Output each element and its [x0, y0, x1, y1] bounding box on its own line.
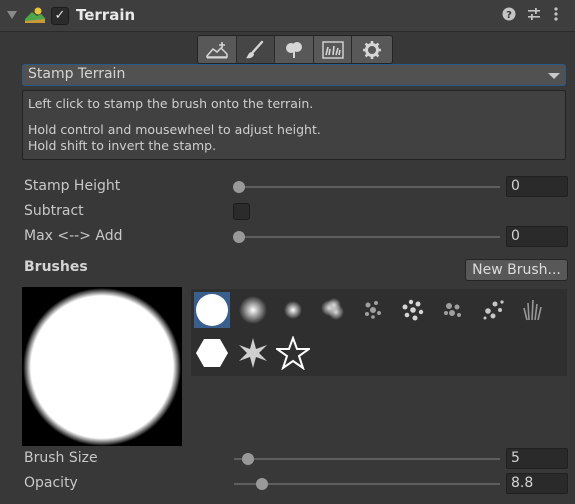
tool-mode-dropdown[interactable]: Stamp Terrain [22, 64, 566, 86]
brush-item-noise-b[interactable] [395, 292, 431, 328]
brush-preview [22, 287, 182, 446]
terrain-tool-toolbar [197, 35, 393, 64]
stamp-height-field[interactable]: 0 [506, 176, 568, 197]
brush-item-star-outline[interactable] [275, 335, 311, 371]
component-enabled-checkbox[interactable]: ✓ [51, 7, 69, 25]
max-add-field[interactable]: 0 [506, 226, 568, 247]
tool-mode-value: Stamp Terrain [28, 66, 126, 82]
paint-terrain-icon[interactable] [236, 36, 276, 63]
kebab-menu-icon[interactable] [553, 7, 559, 25]
max-add-label: Max <--> Add [24, 228, 123, 244]
presets-icon[interactable] [527, 7, 541, 25]
stamp-height-label: Stamp Height [24, 178, 121, 194]
help-box: Left click to stamp the brush onto the t… [22, 90, 566, 160]
subtract-checkbox[interactable] [233, 203, 250, 220]
brush-item-cloud[interactable] [315, 292, 351, 328]
brush-size-field[interactable]: 5 [506, 448, 568, 469]
brush-item-noise-a[interactable] [355, 292, 391, 328]
brush-item-grass-tuft[interactable] [515, 292, 551, 328]
brush-item-star-burst[interactable] [235, 335, 271, 371]
brush-grid [191, 289, 567, 376]
svg-text:?: ? [506, 10, 512, 21]
help-line: Hold control and mousewheel to adjust he… [28, 122, 321, 137]
brush-item-hexagon[interactable] [194, 335, 230, 371]
brush-item-small-soft-circle[interactable] [275, 292, 311, 328]
max-add-slider-track[interactable] [238, 236, 500, 238]
brush-size-label: Brush Size [24, 450, 98, 466]
chevron-down-icon [548, 73, 560, 79]
brush-item-soft-circle[interactable] [235, 292, 271, 328]
subtract-label: Subtract [24, 203, 84, 219]
brush-size-slider-track[interactable] [234, 458, 500, 460]
brush-item-hard-circle[interactable] [194, 292, 230, 328]
opacity-field[interactable]: 8.8 [506, 473, 568, 494]
paint-details-icon[interactable] [313, 36, 353, 63]
new-brush-button[interactable]: New Brush... [465, 259, 568, 281]
terrain-settings-icon[interactable] [352, 36, 392, 63]
stamp-height-slider-thumb[interactable] [233, 181, 245, 193]
component-title: Terrain [76, 6, 136, 24]
opacity-label: Opacity [24, 475, 78, 491]
create-neighbor-terrains-icon[interactable] [198, 36, 237, 63]
opacity-slider-thumb[interactable] [256, 478, 268, 490]
opacity-slider-track[interactable] [234, 483, 500, 485]
foldout-arrow-icon[interactable] [6, 9, 18, 25]
max-add-slider-thumb[interactable] [233, 231, 245, 243]
inspector-header: ✓ Terrain ? [0, 0, 575, 32]
help-icon[interactable]: ? [502, 7, 516, 25]
help-line: Left click to stamp the brush onto the t… [28, 96, 314, 111]
brush-item-noise-c[interactable] [435, 292, 471, 328]
paint-trees-icon[interactable] [275, 36, 314, 63]
brush-size-slider-thumb[interactable] [242, 453, 254, 465]
brush-item-scatter[interactable] [475, 292, 511, 328]
brushes-heading: Brushes [24, 259, 88, 275]
terrain-component-icon [25, 6, 45, 28]
help-line: Hold shift to invert the stamp. [28, 138, 217, 153]
stamp-height-slider-track[interactable] [238, 186, 500, 188]
